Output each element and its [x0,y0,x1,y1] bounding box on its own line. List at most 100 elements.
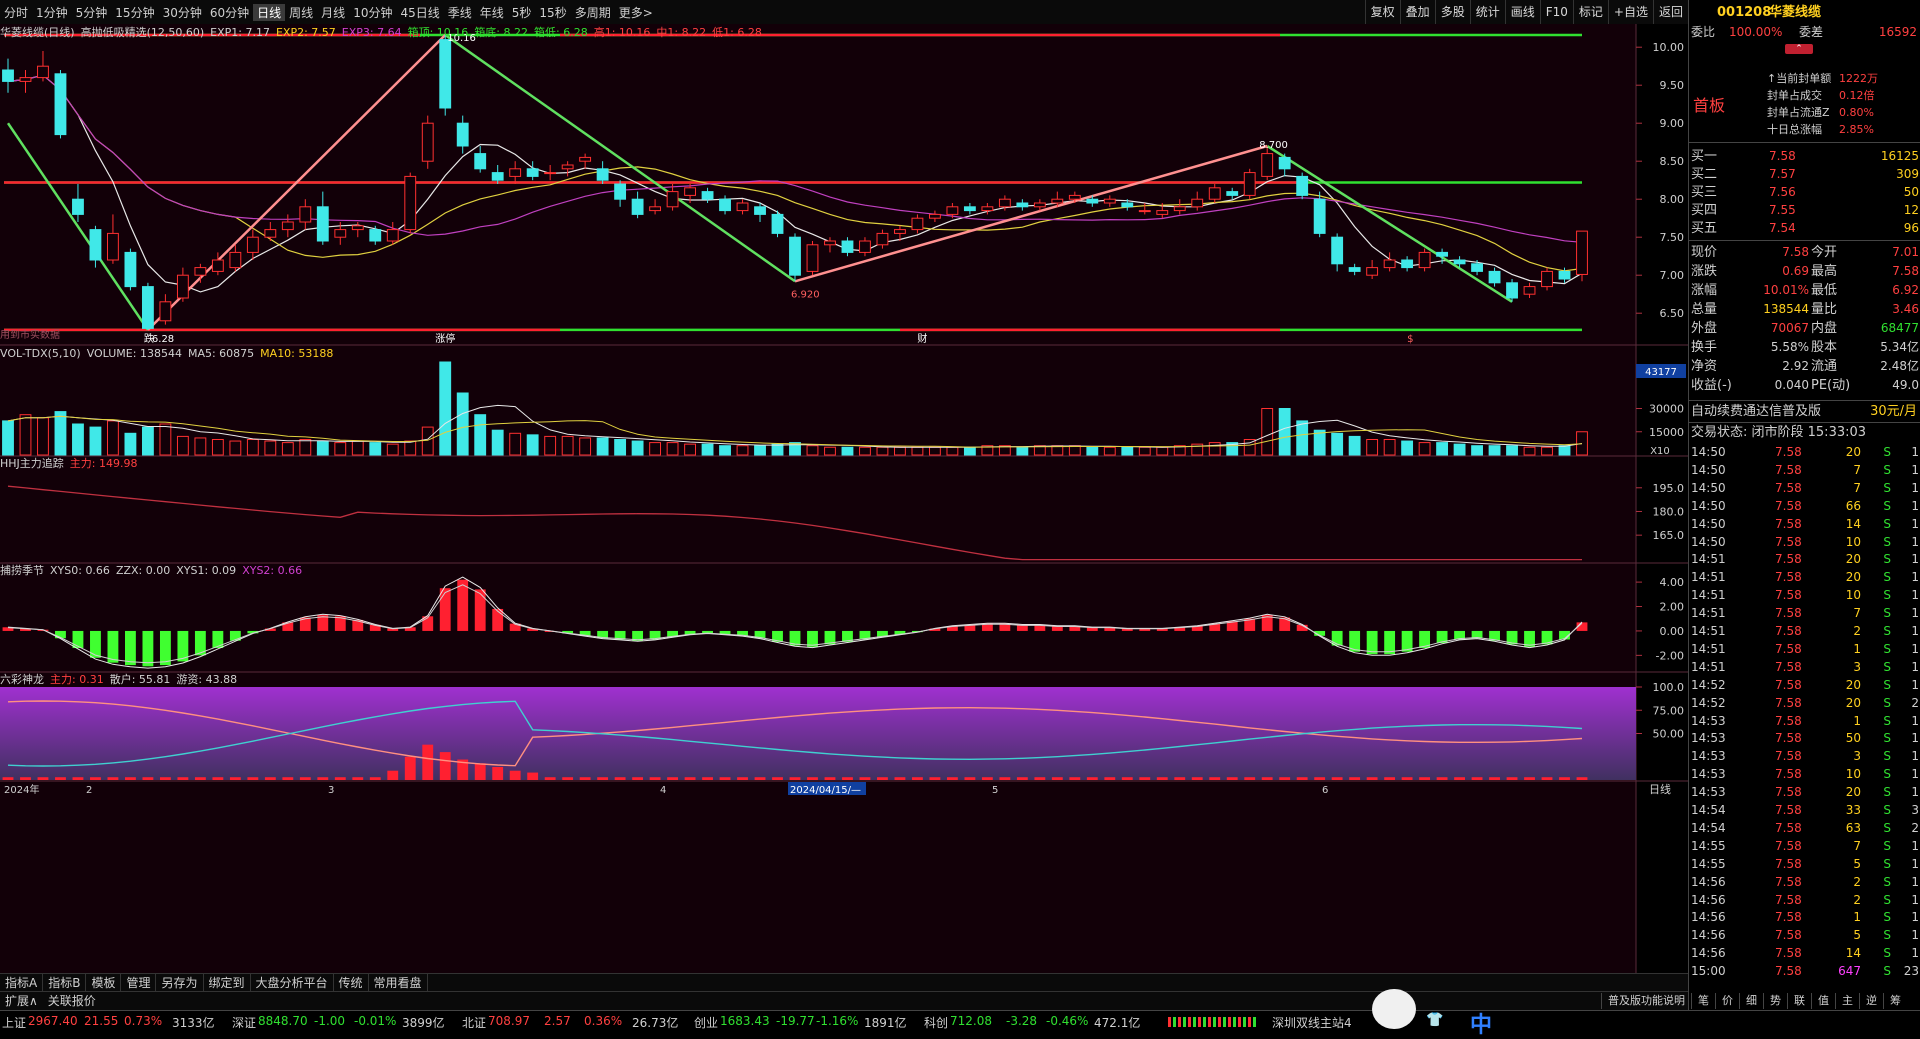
six-bar[interactable] [142,777,154,780]
candle-body[interactable] [1068,194,1081,200]
function-tab[interactable]: 筹 [1883,993,1907,1009]
candle-body[interactable] [614,183,627,200]
volume-bar[interactable] [316,440,329,456]
six-bar[interactable] [789,777,801,780]
indicator-tab[interactable]: 绑定到 [204,974,251,992]
timeframe-tab[interactable]: 分时 [0,4,32,21]
candle-body[interactable] [89,229,102,261]
candle-body[interactable] [37,65,49,79]
volume-bar[interactable] [876,446,889,456]
six-bar[interactable] [1121,777,1133,780]
volume-bar[interactable] [1278,408,1291,456]
toolbar-button[interactable]: 标记 [1572,0,1608,24]
six-bar[interactable] [1279,777,1291,780]
six-bar[interactable] [90,777,101,780]
six-bar[interactable] [1034,777,1046,780]
volume-bar[interactable] [1418,442,1431,456]
candle-body[interactable] [544,172,557,175]
toolbar-button[interactable]: 统计 [1469,0,1505,24]
toolbar-button[interactable]: 复权 [1364,0,1400,24]
six-bar[interactable] [1471,777,1483,780]
volume-bar[interactable] [1471,445,1483,456]
volume-bar[interactable] [54,411,67,456]
volume-bar[interactable] [194,437,207,456]
candle-body[interactable] [316,206,329,242]
candle-body[interactable] [736,202,749,212]
six-bar[interactable] [807,777,818,780]
timeframe-tab[interactable]: 10分钟 [349,4,396,21]
volume-bar[interactable] [211,439,224,456]
candle-body[interactable] [1243,172,1256,196]
candle-body[interactable] [1173,206,1186,212]
indicator-tab[interactable]: 传统 [334,974,369,992]
volume-bar[interactable] [841,446,854,456]
candle-body[interactable] [456,122,469,147]
toolbar-button[interactable]: 画线 [1504,0,1540,24]
volume-bar[interactable] [474,414,487,456]
indicator-tab[interactable]: 管理 [121,974,157,992]
six-bar[interactable] [474,763,486,780]
six-bar[interactable] [55,777,66,780]
six-bar[interactable] [439,752,451,780]
volume-bar[interactable] [1331,432,1344,456]
function-tab[interactable]: 逆 [1859,993,1883,1009]
candle-body[interactable] [54,73,67,136]
six-bar[interactable] [1524,777,1535,780]
candle-body[interactable] [894,229,906,234]
volume-bar[interactable] [1523,446,1536,456]
candle-body[interactable] [1506,282,1518,299]
candle-body[interactable] [439,39,452,109]
volume-bar[interactable] [1506,445,1518,456]
six-bar[interactable] [1156,777,1168,780]
toolbar-button[interactable]: +自选 [1607,0,1653,24]
six-bar[interactable] [1086,777,1098,780]
volume-bar[interactable] [719,445,731,456]
six-bar[interactable] [1331,777,1343,780]
candle-body[interactable] [1086,198,1099,204]
six-bar[interactable] [422,744,434,780]
six-bar[interactable] [1454,777,1465,780]
candle-body[interactable] [1471,263,1483,272]
toolbar-button[interactable]: F10 [1539,0,1573,24]
candle-body[interactable] [596,168,609,181]
six-bar[interactable] [649,777,661,780]
candle-body[interactable] [386,229,399,242]
six-bar[interactable] [1401,777,1413,780]
volume-bar[interactable] [37,417,49,456]
function-tab[interactable]: 势 [1763,993,1787,1009]
volume-bar[interactable] [526,434,539,456]
season-bar[interactable] [492,608,504,631]
six-bar[interactable] [1349,777,1361,780]
six-bar[interactable] [264,777,276,780]
volume-bar[interactable] [264,440,277,456]
volume-bar[interactable] [299,439,312,456]
six-bar[interactable] [1226,777,1238,780]
candle-body[interactable] [859,240,871,253]
volume-bar[interactable] [824,446,836,456]
volume-bar[interactable] [1541,446,1553,456]
volume-bar[interactable] [736,445,749,456]
six-bar[interactable] [544,777,556,780]
candle-body[interactable] [211,259,224,272]
candle-body[interactable] [421,122,434,162]
volume-bar[interactable] [561,435,574,456]
volume-bar[interactable] [124,432,137,456]
six-bar[interactable] [1489,777,1500,780]
candle-body[interactable] [1436,251,1449,257]
candle-body[interactable] [1366,267,1379,276]
six-bar[interactable] [527,772,539,780]
six-bar[interactable] [719,777,731,780]
candle-body[interactable] [1401,259,1414,269]
volume-bar[interactable] [107,420,119,456]
candle-body[interactable] [124,251,137,288]
volume-bar[interactable] [806,445,819,456]
volume-bar[interactable] [614,439,627,456]
candle-body[interactable] [1051,198,1064,204]
function-tab[interactable]: 联 [1787,993,1811,1009]
timeframe-tab[interactable]: 月线 [317,4,349,21]
function-tab[interactable]: 价 [1715,993,1739,1009]
timeframe-tab[interactable]: 30分钟 [159,4,206,21]
volume-bar[interactable] [246,439,259,456]
candle-body[interactable] [1488,270,1501,284]
season-bar[interactable] [159,630,171,666]
